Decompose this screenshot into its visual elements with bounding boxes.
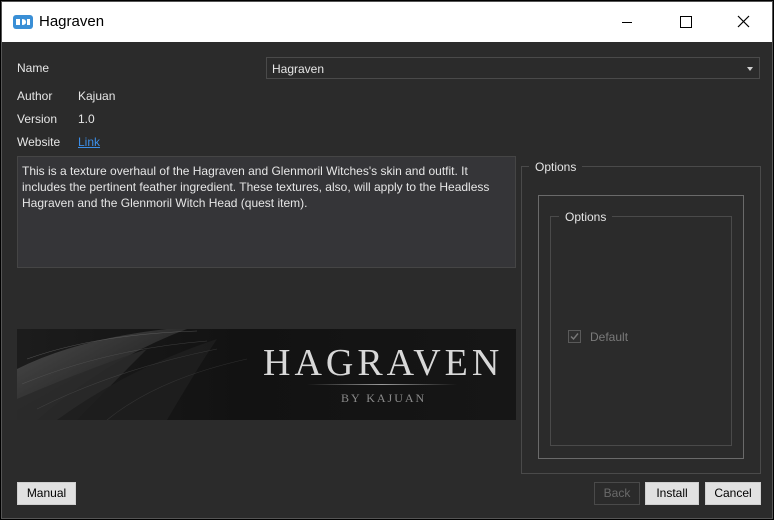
- installer-window: Hagraven Name Hagraven Author Kajuan Ver…: [1, 1, 773, 519]
- maximize-icon: [680, 16, 692, 28]
- default-option-checkbox[interactable]: [568, 330, 581, 343]
- manual-button[interactable]: Manual: [17, 482, 76, 505]
- cancel-button[interactable]: Cancel: [705, 482, 761, 505]
- window-title: Hagraven: [39, 13, 105, 30]
- name-select-value: Hagraven: [272, 62, 325, 76]
- author-value: Kajuan: [78, 89, 116, 103]
- website-link[interactable]: Link: [78, 135, 100, 149]
- close-icon: [737, 15, 750, 28]
- minimize-button[interactable]: [598, 2, 656, 42]
- close-button[interactable]: [714, 2, 772, 42]
- name-label: Name: [17, 61, 50, 75]
- banner-divider: [307, 384, 457, 385]
- name-select[interactable]: Hagraven: [266, 57, 760, 79]
- options-inner-label: Options: [559, 210, 613, 224]
- version-value: 1.0: [78, 112, 95, 126]
- app-logo-icon: [13, 15, 33, 29]
- minimize-icon: [622, 22, 632, 23]
- back-button[interactable]: Back: [594, 482, 640, 505]
- version-label: Version: [17, 112, 58, 126]
- checkmark-icon: [570, 333, 579, 341]
- banner-subtitle: BY KAJUAN: [341, 391, 427, 405]
- options-outer-label: Options: [529, 160, 583, 174]
- default-option-label: Default: [590, 330, 629, 344]
- description-text[interactable]: This is a texture overhaul of the Hagrav…: [17, 156, 516, 268]
- maximize-button[interactable]: [656, 2, 714, 42]
- install-button[interactable]: Install: [645, 482, 699, 505]
- mod-banner-image: HAGRAVEN BY KAJUAN: [17, 329, 516, 420]
- title-bar[interactable]: Hagraven: [2, 2, 772, 42]
- website-label: Website: [17, 135, 61, 149]
- author-label: Author: [17, 89, 53, 103]
- banner-title: HAGRAVEN: [263, 342, 504, 384]
- chevron-down-icon: [747, 67, 753, 71]
